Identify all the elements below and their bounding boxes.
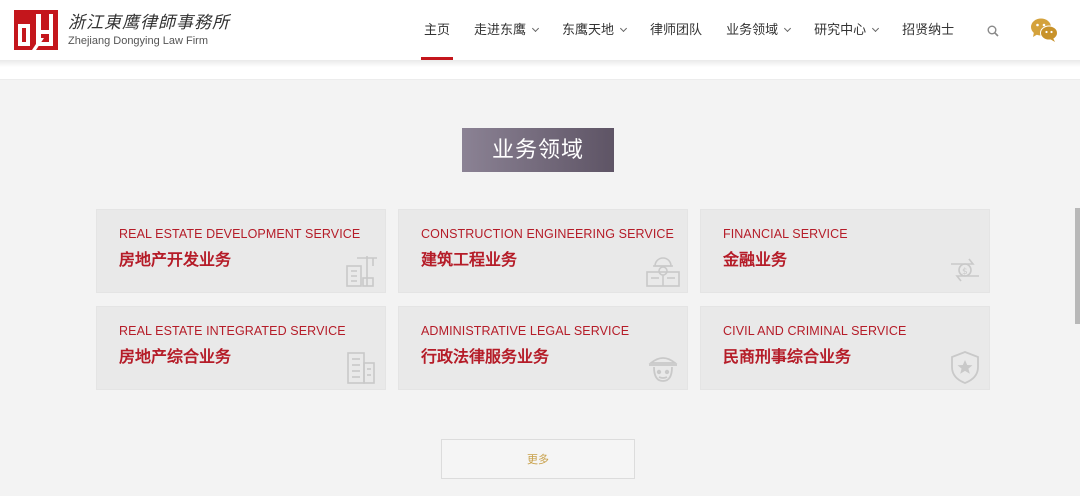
chevron-down-icon <box>531 24 540 33</box>
service-title-en: REAL ESTATE DEVELOPMENT SERVICE <box>119 227 361 241</box>
service-card-civil-criminal[interactable]: CIVIL AND CRIMINAL SERVICE 民商刑事综合业务 <box>700 306 990 390</box>
service-title-en: ADMINISTRATIVE LEGAL SERVICE <box>421 324 630 338</box>
officer-icon <box>645 349 681 385</box>
nav-label: 主页 <box>424 22 451 37</box>
service-title-en: REAL ESTATE INTEGRATED SERVICE <box>119 324 346 338</box>
chevron-down-icon <box>872 24 880 33</box>
logo-mark-icon <box>14 10 58 50</box>
service-title-cn: 行政法律服务业务 <box>421 349 550 366</box>
chevron-down-icon <box>620 24 628 33</box>
main-nav: 主页 走进东鹰 东鹰天地 律师团队 业务领域 研究中心 招贤纳士 <box>420 0 978 60</box>
svg-text:$: $ <box>962 267 968 277</box>
brand-name-en: Zhejiang Dongying Law Firm <box>68 34 209 47</box>
nav-label: 走进东鹰 <box>474 22 527 37</box>
service-title-cn: 金融业务 <box>723 252 788 269</box>
service-card-real-estate-development[interactable]: REAL ESTATE DEVELOPMENT SERVICE 房地产开发业务 <box>96 209 386 293</box>
brand-name-cn: 浙江東鹰律師事務所 <box>68 12 230 33</box>
service-title-en: FINANCIAL SERVICE <box>723 227 848 241</box>
nav-label: 研究中心 <box>814 22 867 37</box>
crane-building-icon <box>343 252 379 288</box>
site-header: 浙江東鹰律師事務所 Zhejiang Dongying Law Firm 主页 … <box>0 0 1080 60</box>
more-button[interactable]: 更多 <box>441 439 635 479</box>
service-title-cn: 房地产综合业务 <box>119 349 232 366</box>
service-card-financial[interactable]: FINANCIAL SERVICE 金融业务 $ <box>700 209 990 293</box>
service-title-en: CONSTRUCTION ENGINEERING SERVICE <box>421 227 674 241</box>
service-title-cn: 建筑工程业务 <box>421 252 518 269</box>
nav-item-home[interactable]: 主页 <box>420 0 454 60</box>
nav-label: 东鹰天地 <box>562 22 615 37</box>
service-title-cn: 房地产开发业务 <box>119 252 232 269</box>
nav-label: 律师团队 <box>650 22 703 37</box>
service-card-real-estate-integrated[interactable]: REAL ESTATE INTEGRATED SERVICE 房地产综合业务 <box>96 306 386 390</box>
nav-item-practice[interactable]: 业务领域 <box>726 0 792 60</box>
nav-item-research[interactable]: 研究中心 <box>814 0 880 60</box>
nav-item-team[interactable]: 律师团队 <box>650 0 702 60</box>
money-exchange-icon: $ <box>947 252 983 288</box>
header-divider <box>0 74 1080 80</box>
scrollbar[interactable] <box>1075 208 1080 324</box>
service-card-administrative-legal[interactable]: ADMINISTRATIVE LEGAL SERVICE 行政法律服务业务 <box>398 306 688 390</box>
search-icon[interactable] <box>987 24 999 37</box>
nav-item-about[interactable]: 走进东鹰 <box>474 0 540 60</box>
service-card-construction-engineering[interactable]: CONSTRUCTION ENGINEERING SERVICE 建筑工程业务 <box>398 209 688 293</box>
service-title-cn: 民商刑事综合业务 <box>723 349 852 366</box>
shield-star-icon <box>947 349 983 385</box>
service-title-en: CIVIL AND CRIMINAL SERVICE <box>723 324 907 338</box>
section-title: 业务领域 <box>462 128 614 172</box>
engineer-blueprint-icon <box>645 252 681 288</box>
office-building-icon <box>343 349 379 385</box>
nav-label: 招贤纳士 <box>902 22 955 37</box>
wechat-icon[interactable] <box>1030 17 1058 43</box>
logo[interactable]: 浙江東鹰律師事務所 Zhejiang Dongying Law Firm <box>14 10 230 50</box>
nav-label: 业务领域 <box>726 22 779 37</box>
nav-item-world[interactable]: 东鹰天地 <box>562 0 628 60</box>
chevron-down-icon <box>784 24 792 33</box>
nav-item-careers[interactable]: 招贤纳士 <box>902 0 954 60</box>
